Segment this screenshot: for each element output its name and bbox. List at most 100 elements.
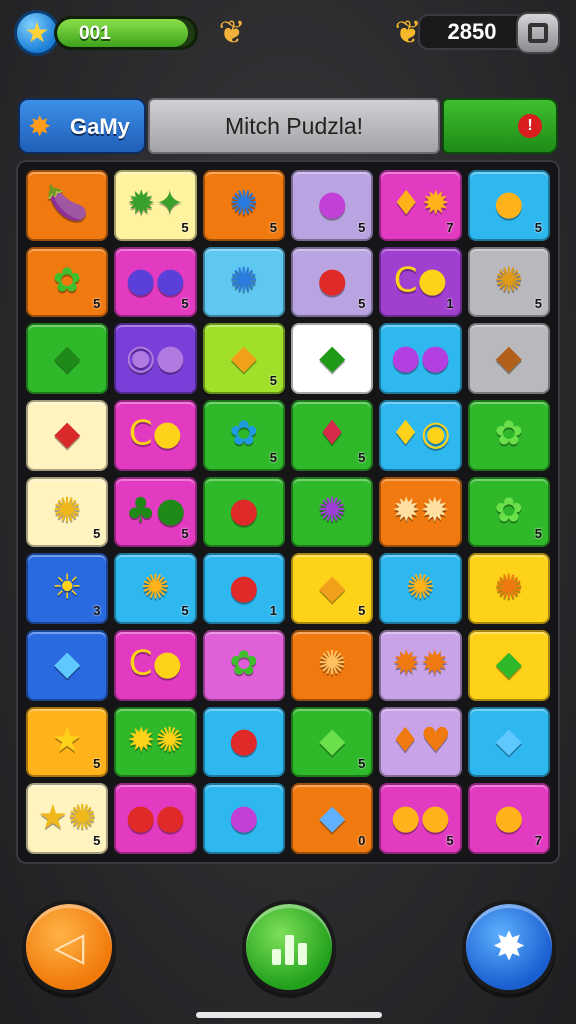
star-burst-icon: ✸ [28, 111, 52, 142]
alert-icon[interactable]: ! [518, 114, 542, 138]
fruit-icon: ✿ [494, 413, 524, 454]
badge-button[interactable]: ✸ [462, 900, 556, 994]
fruit-icon: ◆ [319, 720, 346, 761]
fruit-icon: ★✺ [37, 796, 97, 837]
fruit-icon: ● [493, 796, 524, 837]
board-tile[interactable]: ✿ [202, 630, 285, 701]
game-tab[interactable]: ✸ GaMy [18, 98, 146, 154]
tile-count: 5 [358, 756, 366, 772]
board-tile[interactable]: ✹✹ [379, 476, 462, 548]
board-tile[interactable]: 🍆 [26, 170, 109, 241]
board-tile[interactable]: ♦◉ [379, 400, 462, 471]
fruit-icon: ◆ [54, 643, 81, 684]
board-tile[interactable]: ◆ [26, 323, 109, 394]
board-tile[interactable]: ♦♥ [379, 706, 462, 778]
tile-count: 5 [93, 296, 101, 312]
board-tile[interactable]: ● 7 [467, 783, 550, 854]
board-tile[interactable]: ✿ [467, 400, 550, 471]
board-tile[interactable]: ✺ 5 [467, 246, 550, 318]
board-tile[interactable]: ♦ 5 [291, 400, 374, 471]
fruit-icon: ●● [125, 260, 186, 301]
board-tile[interactable]: ★ 5 [26, 706, 109, 778]
board-tile[interactable]: ✺ [291, 630, 374, 701]
board-tile[interactable]: C● [114, 400, 197, 471]
tile-count: 5 [269, 219, 277, 235]
board-tile[interactable]: ☀ 3 [26, 553, 109, 624]
fruit-icon: ● [228, 566, 259, 607]
board-tile[interactable]: ● 1 [202, 553, 285, 624]
settings-button[interactable] [516, 12, 560, 54]
level-progress-bar: 001 [54, 16, 198, 50]
board-tile[interactable]: ★✺ 5 [26, 783, 109, 854]
fruit-icon: ☀ [51, 566, 83, 607]
bar-chart-icon [271, 929, 307, 965]
board-tile[interactable]: ✺ 5 [26, 476, 109, 548]
fruit-icon: ✹✺ [127, 720, 184, 761]
back-triangle-icon: ◁ [53, 925, 85, 969]
board-tile[interactable]: ✹✺ [114, 706, 197, 778]
fruit-icon: ♦♥ [390, 720, 451, 761]
board-tile[interactable]: ◆ [291, 323, 374, 394]
board-tile[interactable]: ◆ 5 [291, 553, 374, 624]
board-tile[interactable]: ●● [379, 323, 462, 394]
board-tile[interactable]: ✹✦ 5 [114, 170, 197, 241]
board-tile[interactable]: ✺ [291, 476, 374, 548]
tile-count: 5 [181, 219, 189, 235]
fruit-icon: ✺ [317, 490, 347, 531]
tile-count: 5 [534, 526, 542, 542]
tile-count: 5 [93, 756, 101, 772]
board-tile[interactable]: ◆ [26, 630, 109, 701]
board-tile[interactable]: ●● 5 [114, 246, 197, 318]
puzzle-board: 🍆 ✹✦ 5 ✺ 5 ● 5 ♦✹ 7 ● 5 ✿ 5 ●● 5 ✺ ● 5 C● 1 ✺ 5 ◆ ◉● ◆ 5 ◆ ●● ◆ ◆ C● ✿ 5… [16, 160, 560, 864]
board-tile[interactable]: ♦✹ 7 [379, 170, 462, 241]
fruit-icon: ● [228, 796, 259, 837]
board-tile[interactable]: ● 5 [291, 170, 374, 241]
board-tile[interactable]: ●● [114, 783, 197, 854]
puzzle-title: Mitch Pudzla! [148, 98, 440, 154]
back-button[interactable]: ◁ [22, 900, 116, 994]
board-tile[interactable]: ●● 5 [379, 783, 462, 854]
board-tile[interactable]: ◆ [467, 706, 550, 778]
fruit-icon: ◆ [54, 413, 81, 454]
board-tile[interactable]: ✺ 5 [202, 170, 285, 241]
board-tile[interactable]: ◆ [26, 400, 109, 471]
board-tile[interactable]: ◉● [114, 323, 197, 394]
board-tile[interactable]: ◆ [467, 323, 550, 394]
board-tile[interactable]: ✿ 5 [467, 476, 550, 548]
tile-count: 5 [269, 372, 277, 388]
shell-icon[interactable]: ❦ [212, 12, 252, 52]
fruit-icon: ♣● [125, 490, 186, 531]
tile-count: 1 [446, 296, 454, 312]
tile-count: 1 [269, 602, 277, 618]
board-tile[interactable]: ✺ [467, 553, 550, 624]
board-tile[interactable]: ✺ [379, 553, 462, 624]
fruit-icon: C● [128, 643, 183, 684]
board-tile[interactable]: ◆ 0 [291, 783, 374, 854]
board-tile[interactable]: ◆ [467, 630, 550, 701]
tile-count: 5 [358, 296, 366, 312]
board-tile[interactable]: ♣● 5 [114, 476, 197, 548]
fruit-icon: ✺ [494, 566, 524, 607]
tile-count: 5 [358, 602, 366, 618]
home-indicator[interactable] [196, 1012, 382, 1018]
tile-count: 5 [93, 832, 101, 848]
board-tile[interactable]: ✹✹ [379, 630, 462, 701]
board-tile[interactable]: ✿ 5 [202, 400, 285, 471]
top-hud: ★ 001 ❦ ❦ 2850 [0, 0, 576, 80]
board-tile[interactable]: ● 5 [467, 170, 550, 241]
tile-count: 5 [181, 602, 189, 618]
board-tile[interactable]: ✺ 5 [114, 553, 197, 624]
board-tile[interactable]: ✿ 5 [26, 246, 109, 318]
board-tile[interactable]: ● [202, 783, 285, 854]
board-tile[interactable]: ◆ 5 [291, 706, 374, 778]
board-tile[interactable]: ◆ 5 [202, 323, 285, 394]
board-tile[interactable]: ● [202, 706, 285, 778]
fruit-icon: ✺ [229, 183, 259, 224]
board-tile[interactable]: ● [202, 476, 285, 548]
board-tile[interactable]: ✺ [202, 246, 285, 318]
board-tile[interactable]: C● [114, 630, 197, 701]
fruit-icon: ◉● [125, 336, 186, 377]
stats-button[interactable] [242, 900, 336, 994]
board-tile[interactable]: C● 1 [379, 246, 462, 318]
board-tile[interactable]: ● 5 [291, 246, 374, 318]
